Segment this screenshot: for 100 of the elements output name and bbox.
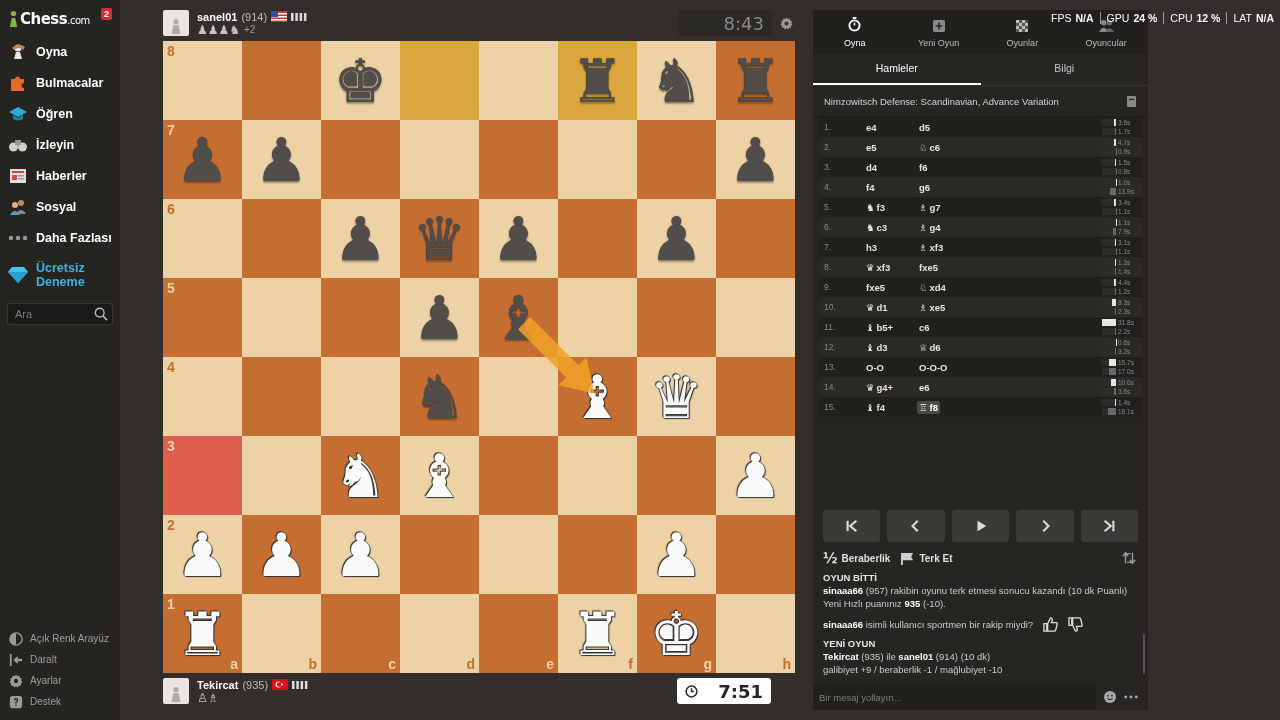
move[interactable]: ♞ c3 [864, 220, 890, 234]
move[interactable]: ♗ xe5 [917, 300, 948, 314]
move[interactable]: ♝ b5+ [864, 320, 896, 334]
chess-piece[interactable]: ♟ [649, 206, 704, 271]
board-square[interactable] [479, 515, 558, 594]
board-square[interactable] [242, 199, 321, 278]
chess-piece[interactable]: ♝ [570, 364, 625, 429]
board-square[interactable]: ♚ [321, 41, 400, 120]
board-square[interactable] [716, 278, 795, 357]
move[interactable]: O-O [864, 360, 886, 374]
move[interactable]: ♗ g7 [917, 200, 943, 214]
move[interactable]: O-O-O [917, 360, 950, 374]
sidebar-item[interactable]: Daha Fazlası [36, 230, 112, 245]
board-square[interactable] [637, 436, 716, 515]
move[interactable]: g6 [917, 180, 933, 194]
tab[interactable]: Hamleler [813, 54, 981, 85]
board-square[interactable]: ♞ [321, 436, 400, 515]
board-square[interactable] [558, 515, 637, 594]
chess-piece[interactable]: ♞ [333, 443, 388, 508]
more-icon[interactable] [1124, 695, 1138, 699]
tab[interactable]: Bilgi [980, 54, 1148, 85]
move[interactable]: ♕ d6 [917, 340, 943, 354]
chess-piece[interactable]: ♚ [333, 48, 388, 113]
logo-text[interactable]: Chess.com [20, 10, 90, 28]
chess-piece[interactable]: ♚ [649, 601, 704, 666]
move[interactable]: e5 [864, 140, 879, 154]
move[interactable]: d5 [917, 120, 933, 134]
sidebar-item[interactable]: Öğren [36, 106, 73, 121]
sidebar-item[interactable]: Haberler [36, 168, 87, 183]
board-square[interactable] [479, 436, 558, 515]
navigation-button[interactable] [823, 510, 881, 542]
sidebar-item[interactable]: Oyna [36, 44, 68, 59]
move[interactable]: e6 [917, 380, 932, 394]
board-square[interactable]: ♞ [637, 41, 716, 120]
nav-tab[interactable]: Oyuncular [1085, 38, 1127, 48]
navigation-button[interactable] [1016, 510, 1074, 542]
book-icon[interactable] [1127, 95, 1136, 107]
board-square[interactable] [242, 278, 321, 357]
thumbs-down-icon[interactable] [1068, 617, 1084, 632]
board-square[interactable]: ♟ [321, 199, 400, 278]
navigation-button[interactable] [951, 510, 1010, 542]
board-square[interactable] [558, 436, 637, 515]
player-name[interactable]: Tekircat [197, 678, 239, 691]
board-square[interactable] [479, 41, 558, 120]
move[interactable]: ♘ c6 [917, 140, 943, 154]
move[interactable]: f6 [917, 160, 930, 174]
board-square[interactable] [716, 199, 795, 278]
settings-icon[interactable] [780, 16, 793, 30]
plus-icon[interactable] [932, 20, 945, 32]
navigation-button[interactable] [1080, 510, 1139, 542]
move[interactable]: ♛ d1 [864, 300, 890, 314]
sidebar-footer-item[interactable]: Ayarlar [30, 675, 62, 686]
sidebar-item[interactable]: Bulmacalar [36, 75, 104, 90]
move[interactable]: ♘ xd4 [917, 280, 948, 294]
sidebar-footer-item[interactable]: Açık Renk Arayüz [30, 633, 109, 644]
move[interactable]: fxe5 [917, 260, 940, 274]
notification-badge[interactable]: 2 [101, 8, 112, 20]
flip-board-icon[interactable] [1122, 551, 1136, 565]
board-square[interactable] [242, 357, 321, 436]
board-square[interactable] [242, 41, 321, 120]
board-square[interactable] [242, 436, 321, 515]
sidebar-item[interactable]: İzleyin [36, 137, 75, 152]
sidebar-item[interactable]: Ücretsiz Deneme [36, 261, 96, 289]
chess-piece[interactable]: ♜ [175, 601, 230, 666]
highlighted-square[interactable] [400, 41, 479, 120]
chess-piece[interactable]: ♜ [570, 48, 625, 113]
move[interactable]: h3 [864, 240, 880, 254]
nav-tab[interactable]: Yeni Oyun [918, 38, 960, 48]
board-square[interactable] [637, 278, 716, 357]
move[interactable]: ♝ f4 [864, 400, 887, 414]
resign-button[interactable]: Terk Et [900, 551, 953, 565]
chat-input[interactable]: Bir mesaj yollayın... [813, 684, 1096, 710]
stopwatch-icon[interactable] [848, 17, 862, 32]
move[interactable]: ♛ g4+ [864, 380, 896, 394]
board-square[interactable] [716, 515, 795, 594]
navigation-button[interactable] [887, 510, 945, 542]
board-square[interactable]: ♟ [716, 120, 795, 199]
chess-piece[interactable]: ♟ [254, 522, 309, 587]
board-square[interactable]: ♟ [242, 515, 321, 594]
board-square[interactable]: ♟ [242, 120, 321, 199]
move[interactable]: ♗ xf3 [917, 240, 946, 254]
board-square[interactable] [321, 120, 400, 199]
board-square[interactable]: ♟ [637, 199, 716, 278]
nav-tab[interactable]: Oyunlar [1006, 38, 1039, 48]
board-square[interactable] [400, 120, 479, 199]
chess-piece[interactable]: ♟ [491, 206, 546, 271]
thumbs-up-icon[interactable] [1043, 617, 1059, 632]
draw-button[interactable]: ½ Beraberlik [823, 550, 891, 566]
sidebar-item[interactable]: Sosyal [36, 199, 77, 214]
move[interactable]: ♛ xf3 [864, 260, 893, 274]
search-icon[interactable] [94, 307, 108, 321]
move[interactable]: ♞ f3 [864, 200, 887, 214]
board-square[interactable] [321, 278, 400, 357]
sidebar-footer-item[interactable]: Destek [30, 696, 62, 707]
highlighted-square[interactable]: ♜ [558, 41, 637, 120]
board-square[interactable] [321, 357, 400, 436]
move[interactable]: ♗ g4 [917, 220, 943, 234]
board-square[interactable] [716, 357, 795, 436]
board-square[interactable]: ♟ [400, 278, 479, 357]
move[interactable]: c6 [917, 320, 932, 334]
